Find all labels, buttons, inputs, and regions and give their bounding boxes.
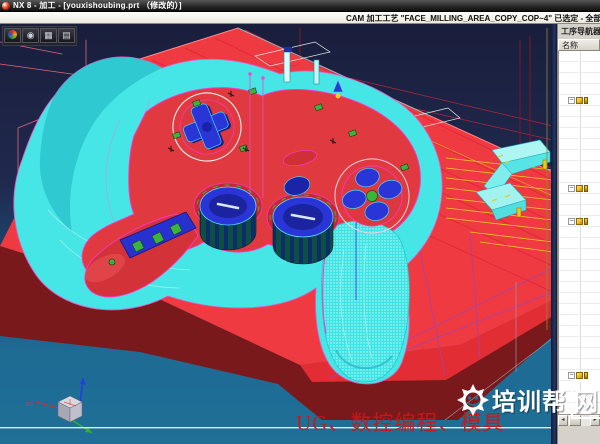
operation-icon-partial <box>584 185 588 192</box>
navigator-title: 工序导航器 <box>558 24 600 39</box>
navigator-row[interactable] <box>559 194 600 205</box>
navigator-row[interactable] <box>559 139 600 150</box>
navigator-row[interactable] <box>559 315 600 326</box>
status-bar: CAM 加工工艺 "FACE_MILLING_AREA_COPY_COP~4" … <box>0 12 600 24</box>
palette-icon <box>8 30 17 39</box>
navigator-row[interactable] <box>559 304 600 315</box>
xm-label: XM <box>308 266 317 272</box>
navigator-row[interactable] <box>559 337 600 348</box>
logo-text-boxed: 网 <box>571 380 600 419</box>
navigator-row[interactable] <box>559 249 600 260</box>
navigator-row[interactable]: − <box>559 216 600 227</box>
operation-icon <box>576 185 583 192</box>
navigator-row[interactable] <box>559 172 600 183</box>
navigator-row[interactable] <box>559 73 600 84</box>
navigator-row[interactable] <box>559 282 600 293</box>
name-column-header[interactable]: 名称 <box>558 39 600 51</box>
operation-icon <box>576 372 583 379</box>
palette-button[interactable] <box>4 28 21 43</box>
display-button[interactable]: ▤ <box>58 28 75 43</box>
status-message: CAM 加工工艺 "FACE_MILLING_AREA_COPY_COP~4" … <box>346 13 600 24</box>
site-logo: 培训帮 网 <box>456 380 600 419</box>
navigator-row[interactable] <box>559 326 600 337</box>
right-stick[interactable] <box>267 193 339 264</box>
navigator-row[interactable] <box>559 205 600 216</box>
navigator-row[interactable] <box>559 150 600 161</box>
display-icon: ▤ <box>62 30 71 40</box>
navigator-row[interactable] <box>559 106 600 117</box>
navigator-row[interactable] <box>559 238 600 249</box>
record-icon: ◉ <box>27 30 35 40</box>
navigator-row[interactable] <box>559 161 600 172</box>
expander-icon[interactable]: − <box>568 185 575 192</box>
panel-footer <box>558 426 600 444</box>
floating-toolbar: ◉ ▦ ▤ <box>2 26 77 46</box>
navigator-row[interactable] <box>559 227 600 238</box>
operation-icon-partial <box>584 97 588 104</box>
expander-icon[interactable]: − <box>568 372 575 379</box>
title-bar[interactable]: NX 8 - 加工 - [youxishoubing.prt （修改的）] <box>0 0 600 12</box>
expander-icon[interactable]: − <box>568 218 575 225</box>
navigator-row[interactable]: − <box>559 183 600 194</box>
xc-label: XC <box>26 402 33 408</box>
navigator-row[interactable] <box>559 359 600 370</box>
logo-text: 培训帮 <box>492 382 567 417</box>
navigator-row[interactable] <box>559 117 600 128</box>
nx-app-icon <box>2 2 10 10</box>
keyboard-icon: ▦ <box>44 30 53 40</box>
record-button[interactable]: ◉ <box>22 28 39 43</box>
navigator-rows: − − − − <box>559 51 600 403</box>
navigator-row[interactable] <box>559 84 600 95</box>
boundary-post <box>284 52 290 82</box>
window-title: NX 8 - 加工 - [youxishoubing.prt （修改的）] <box>13 0 182 11</box>
operation-icon <box>576 97 583 104</box>
operation-icon-partial <box>584 372 588 379</box>
zm-label: ZM <box>278 260 286 266</box>
left-stick[interactable] <box>194 183 262 250</box>
expander-icon[interactable]: − <box>568 97 575 104</box>
navigator-row[interactable] <box>559 348 600 359</box>
navigator-row[interactable] <box>559 128 600 139</box>
navigator-row[interactable] <box>559 62 600 73</box>
navigator-row[interactable] <box>559 51 600 62</box>
navigator-row[interactable] <box>559 260 600 271</box>
operation-icon-partial <box>584 218 588 225</box>
operation-icon <box>576 218 583 225</box>
sun-face-icon <box>456 383 490 417</box>
navigator-row[interactable] <box>559 271 600 282</box>
navigator-row[interactable]: − <box>559 95 600 106</box>
keyboard-button[interactable]: ▦ <box>40 28 57 43</box>
navigator-row[interactable] <box>559 293 600 304</box>
navigator-tree[interactable]: − − − − <box>558 51 600 414</box>
